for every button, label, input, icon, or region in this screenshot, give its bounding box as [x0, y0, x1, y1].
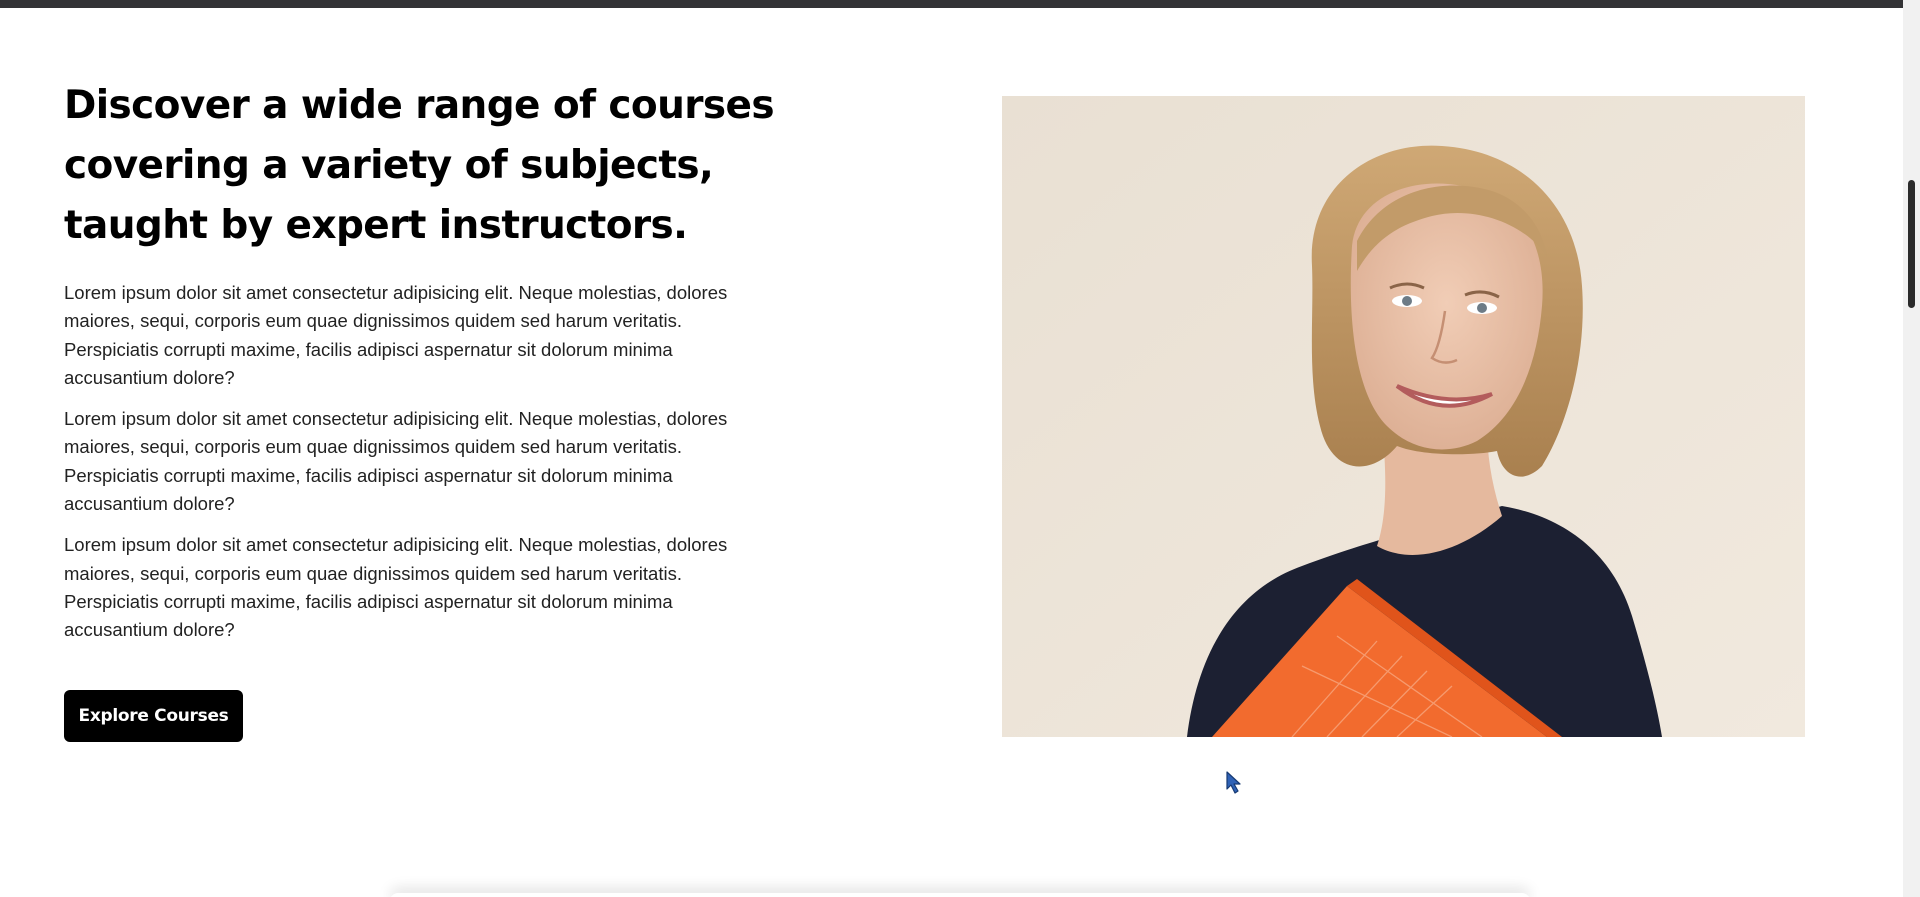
- hero-photo-student: [1002, 96, 1805, 737]
- page: Discover a wide range of courses coverin…: [0, 0, 1903, 897]
- hero-paragraph-2: Lorem ipsum dolor sit amet consectetur a…: [64, 408, 728, 515]
- hero-headline: Discover a wide range of courses coverin…: [64, 83, 775, 248]
- scrollbar-thumb[interactable]: [1908, 180, 1915, 308]
- hero-text-column: Discover a wide range of courses coverin…: [64, 76, 804, 742]
- mouse-pointer-icon: [1226, 771, 1242, 795]
- next-section-card-edge: [390, 893, 1530, 897]
- header-bar-edge: [0, 0, 1903, 8]
- explore-courses-button[interactable]: Explore Courses: [64, 689, 243, 742]
- hero-paragraph-1: Lorem ipsum dolor sit amet consectetur a…: [64, 282, 728, 388]
- page-scrollbar[interactable]: [1903, 0, 1920, 897]
- hero-paragraph-3: Lorem ipsum dolor sit amet consectetur a…: [64, 534, 728, 641]
